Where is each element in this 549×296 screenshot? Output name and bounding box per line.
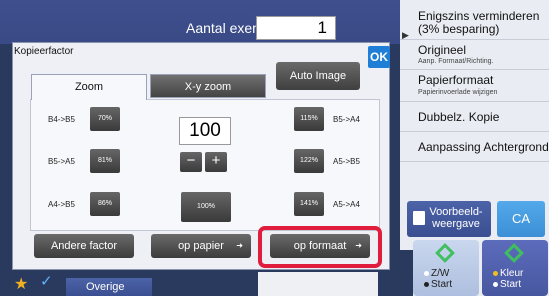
rp-item-sub: Papierinvoerlade wijzigen	[418, 89, 498, 96]
fit-to-paper-button[interactable]: op papier ➜	[151, 234, 251, 258]
check-icon[interactable]: ✓	[40, 272, 53, 290]
ratio-label: A5->B5	[333, 157, 360, 166]
tab-xy-zoom[interactable]: X-y zoom	[150, 74, 266, 98]
zoom-value-field[interactable]: 100	[179, 117, 231, 145]
status-dot	[493, 271, 498, 276]
rp-item-duplex[interactable]: Dubbelz. Kopie	[400, 102, 549, 132]
bw-start-button[interactable]: Z/W Start	[413, 240, 479, 296]
bottom-strip	[258, 272, 378, 296]
highlight-frame	[258, 226, 382, 268]
rp-item-label: Enigszins verminderen (3% besparing)	[418, 9, 540, 36]
zoom-86-button[interactable]: 86%	[90, 192, 120, 216]
other-factor-button[interactable]: Andere factor	[34, 234, 134, 258]
plus-button[interactable]: +	[205, 152, 227, 172]
action-label: op papier	[178, 240, 224, 252]
rp-item-label: Origineel	[418, 43, 467, 57]
rp-item-reduce[interactable]: ▶ Enigszins verminderen (3% besparing)	[400, 0, 549, 40]
status-dot	[493, 282, 498, 287]
ca-button[interactable]: CA	[497, 201, 545, 237]
zoom-100-button[interactable]: 100%	[181, 192, 231, 222]
status-dot	[424, 271, 429, 276]
rp-item-label: Dubbelz. Kopie	[418, 110, 500, 124]
rp-item-label: Papierformaat	[418, 73, 494, 87]
tab-zoom[interactable]: Zoom	[31, 74, 147, 100]
start-diamond-icon	[504, 243, 524, 263]
preview-button[interactable]: Voorbeeld-weergave	[407, 201, 491, 237]
color-start-label: Kleur Start	[493, 268, 540, 290]
preview-label: Voorbeeld-weergave	[429, 206, 483, 230]
zoom-141-button[interactable]: 141%	[294, 192, 324, 216]
ratio-label: B4->B5	[48, 115, 75, 124]
dialog-title: Kopieerfactor	[14, 46, 74, 57]
overige-button[interactable]: Overige	[66, 278, 152, 296]
bw-start-label: Z/W Start	[424, 268, 471, 290]
ratio-label: A4->B5	[48, 200, 75, 209]
ok-button[interactable]: OK	[368, 46, 390, 68]
action-label: Andere factor	[50, 240, 118, 252]
auto-image-button[interactable]: Auto Image	[276, 62, 360, 90]
ratio-label: B5->A4	[333, 115, 360, 124]
zoom-81-button[interactable]: 81%	[90, 149, 120, 173]
ratio-label: A5->A4	[333, 200, 360, 209]
copies-field[interactable]: 1	[256, 16, 336, 40]
status-dot	[424, 282, 429, 287]
color-start-button[interactable]: Kleur Start	[482, 240, 548, 296]
rp-item-original[interactable]: Origineel Aanp. Formaat/Richting.	[400, 40, 549, 70]
rp-item-background[interactable]: Aanpassing Achtergrond	[400, 132, 549, 162]
zoom-122-button[interactable]: 122%	[294, 149, 324, 173]
rp-item-label: Aanpassing Achtergrond	[418, 140, 549, 154]
ratio-label: B5->A5	[48, 157, 75, 166]
rp-item-sub: Aanp. Formaat/Richting.	[418, 58, 494, 65]
rp-item-paper-size[interactable]: Papierformaat Papierinvoerlade wijzigen	[400, 70, 549, 102]
arrow-right-icon: ➜	[236, 241, 243, 250]
start-diamond-icon	[435, 243, 455, 263]
star-icon[interactable]: ★	[14, 274, 28, 294]
minus-button[interactable]: −	[180, 152, 202, 172]
preview-icon	[413, 211, 425, 225]
zoom-70-button[interactable]: 70%	[90, 107, 120, 131]
zoom-115-button[interactable]: 115%	[294, 107, 324, 131]
